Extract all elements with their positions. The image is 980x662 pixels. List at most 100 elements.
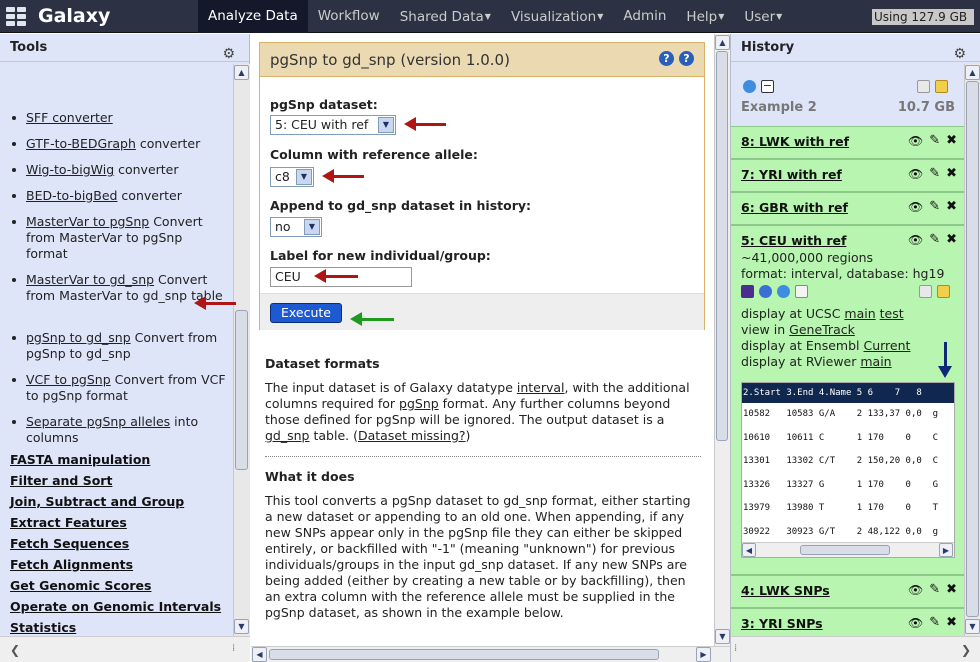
chevron-down-icon[interactable]: ▼ <box>378 117 394 133</box>
tool-item[interactable]: BED-to-bigBed converter <box>12 188 226 204</box>
visualize-icon[interactable] <box>795 285 808 298</box>
center-scroll-thumb[interactable] <box>716 51 728 441</box>
tool-link[interactable]: GTF-to-BEDGraph <box>26 136 136 151</box>
tool-section[interactable]: Extract Features <box>10 515 127 530</box>
tool-item[interactable]: SFF converter <box>12 110 226 126</box>
tools-scroll-thumb[interactable] <box>235 310 248 470</box>
tool-item[interactable]: VCF to pgSnp Convert from VCF to pgSnp f… <box>12 372 226 404</box>
delete-icon[interactable]: ✖ <box>946 200 957 214</box>
nav-analyze-data[interactable]: Analyze Data <box>198 0 308 33</box>
ensembl-current-link[interactable]: Current <box>863 338 910 353</box>
tool-section[interactable]: FASTA manipulation <box>10 452 150 467</box>
genetrack-link[interactable]: GeneTrack <box>789 322 855 337</box>
delete-icon[interactable]: ✖ <box>946 233 957 247</box>
delete-icon[interactable]: ✖ <box>946 616 957 630</box>
tools-horizontal-scrollbar[interactable]: ❮ ⁞ <box>0 636 250 662</box>
tool-section[interactable]: Fetch Alignments <box>10 557 133 572</box>
tool-link[interactable]: SFF converter <box>26 110 113 125</box>
dataset-title[interactable]: 6: GBR with ref <box>741 200 848 215</box>
ucsc-test-link[interactable]: test <box>880 306 904 321</box>
nav-help[interactable]: Help▼ <box>676 0 734 33</box>
center-horizontal-scrollbar[interactable]: ◀ ▶ <box>251 646 730 662</box>
tool-section[interactable]: Operate on Genomic Intervals <box>10 599 221 614</box>
peek-scroll-thumb[interactable] <box>800 545 890 555</box>
tool-item[interactable]: GTF-to-BEDGraph converter <box>12 136 226 152</box>
resize-grip-icon[interactable]: ⁞ <box>232 643 235 654</box>
tool-item[interactable]: Wig-to-bigWig converter <box>12 162 226 178</box>
tools-vertical-scrollbar[interactable]: ▲ ▼ <box>233 64 250 636</box>
dataset-title[interactable]: 7: YRI with ref <box>741 167 842 182</box>
dataset-title[interactable]: 3: YRI SNPs <box>741 616 823 631</box>
tool-link[interactable]: pgSnp to gd_snp <box>26 330 131 345</box>
annotate-icon[interactable] <box>937 285 950 298</box>
tool-item[interactable]: MasterVar to pgSnp Convert from MasterVa… <box>12 214 226 262</box>
eye-icon[interactable]: 👁 <box>908 583 923 597</box>
tool-link[interactable]: VCF to pgSnp <box>26 372 111 387</box>
resize-grip-icon[interactable]: ⁞ <box>734 643 737 654</box>
tool-section[interactable]: Get Genomic Scores <box>10 578 151 593</box>
history-scroll-thumb[interactable] <box>966 81 979 617</box>
tool-item[interactable]: Separate pgSnp alleles into columns <box>12 414 226 446</box>
scroll-up-icon[interactable]: ▲ <box>965 65 980 80</box>
tool-section[interactable]: Filter and Sort <box>10 473 112 488</box>
eye-icon[interactable]: 👁 <box>908 200 923 214</box>
scroll-down-icon[interactable]: ▼ <box>965 619 980 634</box>
scroll-up-icon[interactable]: ▲ <box>234 65 249 80</box>
brand[interactable]: Galaxy <box>6 4 110 28</box>
peek-scrollbar[interactable]: ◀ ▶ <box>742 542 954 557</box>
scroll-right-icon[interactable]: ▶ <box>696 647 711 662</box>
delete-icon[interactable]: ✖ <box>946 167 957 181</box>
tool-section[interactable]: Fetch Sequences <box>10 536 129 551</box>
collapse-left-icon[interactable]: ❮ <box>10 643 20 657</box>
pencil-icon[interactable]: ✎ <box>929 583 940 597</box>
tool-link[interactable]: MasterVar to pgSnp <box>26 214 149 229</box>
scroll-left-icon[interactable]: ◀ <box>252 647 267 662</box>
scroll-down-icon[interactable]: ▼ <box>234 619 249 634</box>
tag-icon[interactable] <box>917 80 930 93</box>
question-icon[interactable]: ? <box>659 51 674 66</box>
append-select[interactable]: no ▼ <box>270 217 322 237</box>
rerun-icon[interactable] <box>777 285 790 298</box>
pgsnp-link[interactable]: pgSnp <box>399 396 439 411</box>
dataset-title[interactable]: 5: CEU with ref <box>741 233 846 248</box>
nav-workflow[interactable]: Workflow <box>308 0 390 33</box>
eye-icon[interactable]: 👁 <box>908 167 923 181</box>
dataset-missing-link[interactable]: Dataset missing? <box>358 428 466 443</box>
tool-section[interactable]: Join, Subtract and Group <box>10 494 184 509</box>
annotate-icon[interactable] <box>935 80 948 93</box>
dataset-title[interactable]: 4: LWK SNPs <box>741 583 830 598</box>
nav-visualization[interactable]: Visualization▼ <box>501 0 613 33</box>
pencil-icon[interactable]: ✎ <box>929 134 940 148</box>
scroll-down-icon[interactable]: ▼ <box>715 629 730 644</box>
save-icon[interactable] <box>741 285 754 298</box>
interval-link[interactable]: interval <box>517 380 565 395</box>
pencil-icon[interactable]: ✎ <box>929 233 940 247</box>
pencil-icon[interactable]: ✎ <box>929 200 940 214</box>
info-icon[interactable] <box>759 285 772 298</box>
collapse-right-icon[interactable]: ❯ <box>961 643 971 657</box>
delete-icon[interactable]: ✖ <box>946 134 957 148</box>
help-icon[interactable]: ? <box>679 51 694 66</box>
rviewer-main-link[interactable]: main <box>860 354 891 369</box>
chevron-down-icon[interactable]: ▼ <box>304 219 320 235</box>
center-vertical-scrollbar[interactable]: ▲ ▼ <box>714 34 730 646</box>
execute-button[interactable]: Execute <box>270 303 342 323</box>
eye-icon[interactable]: 👁 <box>908 233 923 247</box>
eye-icon[interactable]: 👁 <box>908 134 923 148</box>
scroll-left-icon[interactable]: ◀ <box>742 543 756 557</box>
tag-icon[interactable] <box>919 285 932 298</box>
tool-section[interactable]: Statistics <box>10 620 76 635</box>
history-vertical-scrollbar[interactable]: ▲ ▼ <box>964 64 980 636</box>
pgsnp-dataset-select[interactable]: 5: CEU with ref ▼ <box>270 115 396 135</box>
scroll-right-icon[interactable]: ▶ <box>939 543 953 557</box>
collapse-icon[interactable]: − <box>761 80 774 93</box>
center-hscroll-thumb[interactable] <box>269 649 659 660</box>
dataset-title[interactable]: 8: LWK with ref <box>741 134 849 149</box>
pencil-icon[interactable]: ✎ <box>929 167 940 181</box>
scroll-up-icon[interactable]: ▲ <box>715 35 730 50</box>
delete-icon[interactable]: ✖ <box>946 583 957 597</box>
eye-icon[interactable]: 👁 <box>908 616 923 630</box>
tool-link[interactable]: Separate pgSnp alleles <box>26 414 170 429</box>
pencil-icon[interactable]: ✎ <box>929 616 940 630</box>
tool-item[interactable]: pgSnp to gd_snp Convert from pgSnp to gd… <box>12 330 226 362</box>
